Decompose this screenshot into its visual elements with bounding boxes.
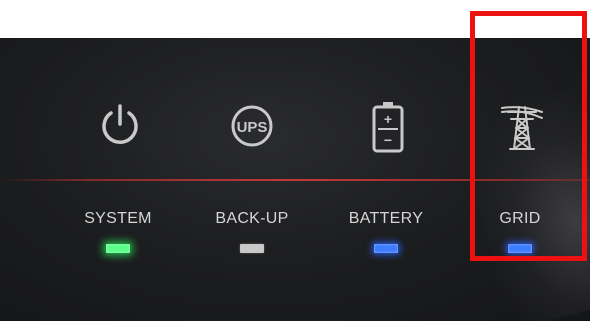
ups-icon-text: UPS bbox=[237, 119, 268, 136]
ups-icon: UPS bbox=[228, 102, 276, 150]
battery-minus-sign: − bbox=[384, 132, 392, 148]
system-label: SYSTEM bbox=[84, 210, 152, 227]
battery-label: BATTERY bbox=[348, 210, 424, 227]
battery-icon: + − bbox=[370, 100, 406, 154]
battery-led bbox=[374, 244, 398, 253]
system-led bbox=[106, 244, 130, 253]
grid-highlight-box bbox=[470, 11, 587, 261]
power-icon bbox=[96, 101, 144, 149]
back-up-led bbox=[240, 244, 264, 253]
battery-plus-sign: + bbox=[384, 111, 392, 127]
back-up-label: BACK-UP bbox=[215, 210, 289, 227]
